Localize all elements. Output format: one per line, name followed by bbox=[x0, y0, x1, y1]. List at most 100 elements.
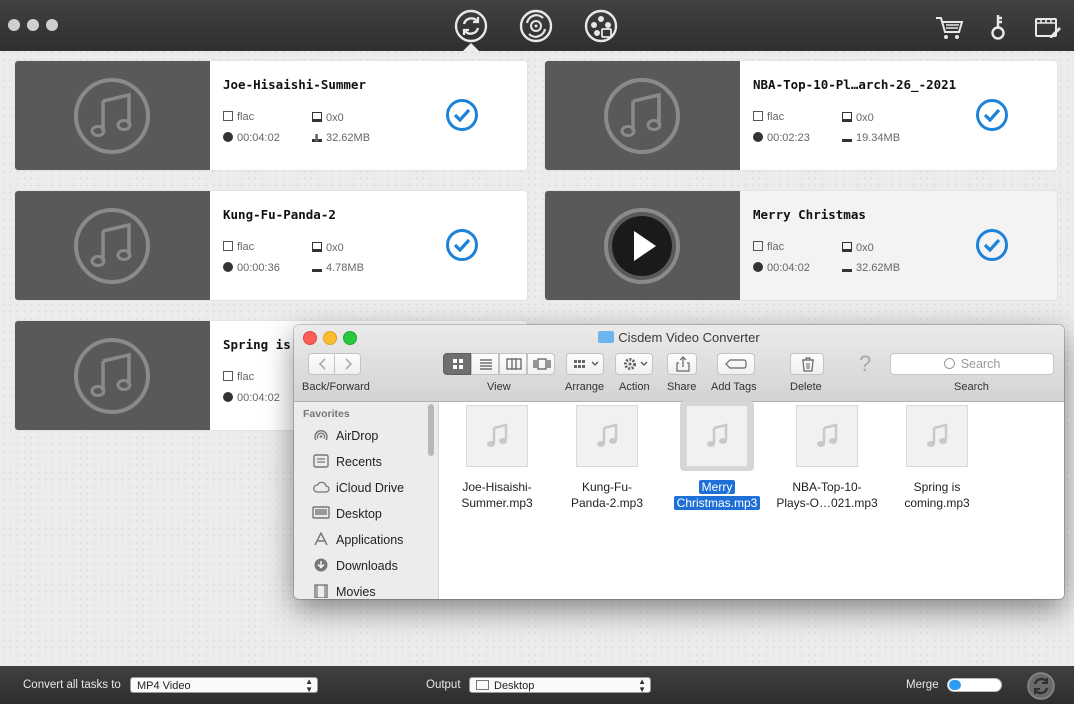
finder-window[interactable]: Cisdem Video Converter Back/Forward View… bbox=[294, 325, 1064, 599]
key-icon[interactable] bbox=[985, 12, 1015, 42]
sidebar-item-desktop[interactable]: Desktop bbox=[312, 504, 382, 524]
back-button[interactable] bbox=[308, 353, 335, 375]
task-title: Kung-Fu-Panda-2 bbox=[223, 207, 336, 222]
audio-file-icon bbox=[686, 405, 748, 467]
add-tags-button[interactable] bbox=[717, 353, 755, 375]
folder-icon bbox=[598, 331, 615, 343]
merge-toggle[interactable] bbox=[947, 678, 1002, 692]
film-icon bbox=[753, 241, 763, 251]
audio-file-icon bbox=[466, 405, 528, 467]
file-item[interactable]: Spring is coming.mp3 bbox=[882, 405, 992, 511]
action-button[interactable] bbox=[615, 353, 653, 375]
cart-icon[interactable] bbox=[934, 12, 964, 42]
movies-icon bbox=[314, 584, 328, 598]
folder-icon bbox=[476, 680, 489, 690]
download-icon bbox=[842, 262, 852, 272]
sidebar-item-applications[interactable]: Applications bbox=[312, 530, 403, 550]
file-name: Joe-Hisaishi- Summer.mp3 bbox=[461, 480, 533, 510]
film-icon bbox=[223, 241, 233, 251]
clock-icon bbox=[223, 132, 233, 142]
trash-icon bbox=[802, 357, 814, 372]
magnifier-icon bbox=[943, 358, 955, 369]
resolution-meta: 0x0 bbox=[312, 112, 344, 124]
convert-mode-icon[interactable] bbox=[453, 8, 489, 44]
play-icon[interactable] bbox=[603, 207, 681, 285]
selection-highlight bbox=[680, 401, 754, 471]
format-select[interactable]: MP4 Video ▲ ▼ bbox=[130, 677, 318, 694]
window-dot[interactable] bbox=[27, 19, 39, 31]
task-card[interactable]: Kung-Fu-Panda-2 flac 0x0 00:00:36 4.78MB bbox=[15, 191, 527, 300]
sidebar-item-icloud-drive[interactable]: iCloud Drive bbox=[312, 478, 404, 498]
share-button[interactable] bbox=[667, 353, 697, 375]
forward-button[interactable] bbox=[334, 353, 361, 375]
sidebar-item-airdrop[interactable]: AirDrop bbox=[312, 426, 378, 446]
top-toolbar bbox=[0, 0, 1074, 51]
file-item-selected[interactable]: Merry Christmas.mp3 bbox=[662, 401, 772, 511]
file-item[interactable]: Kung-Fu- Panda-2.mp3 bbox=[552, 405, 662, 511]
delete-button[interactable] bbox=[790, 353, 824, 375]
cloud-icon bbox=[313, 481, 330, 493]
recents-icon bbox=[313, 454, 329, 468]
thumbnail bbox=[15, 61, 210, 170]
column-view-button[interactable] bbox=[499, 353, 527, 375]
airdrop-icon bbox=[314, 430, 328, 441]
task-title: Joe-Hisaishi-Summer bbox=[223, 77, 366, 92]
desktop-icon bbox=[312, 506, 330, 519]
thumbnail bbox=[545, 191, 740, 300]
burn-mode-icon[interactable] bbox=[518, 8, 554, 44]
search-input[interactable]: Search bbox=[890, 353, 1054, 375]
arrange-label: Arrange bbox=[565, 381, 605, 393]
window-dot[interactable] bbox=[8, 19, 20, 31]
add-tags-label: Add Tags bbox=[711, 381, 757, 393]
file-name: Merry Christmas.mp3 bbox=[662, 479, 772, 511]
gallery-icon bbox=[533, 358, 551, 370]
duration-meta: 00:02:23 bbox=[753, 132, 810, 144]
chevron-right-icon bbox=[345, 358, 353, 370]
check-icon[interactable] bbox=[975, 98, 1009, 132]
sidebar-item-movies[interactable]: Movies bbox=[312, 582, 376, 599]
format-meta: flac bbox=[223, 371, 254, 383]
select-arrows-icon: ▲ ▼ bbox=[305, 677, 313, 694]
monitor-icon bbox=[312, 242, 322, 252]
duration-meta: 00:00:36 bbox=[223, 262, 280, 274]
search-label: Search bbox=[954, 381, 989, 393]
downloads-icon bbox=[314, 558, 328, 572]
arrange-button[interactable] bbox=[566, 353, 604, 375]
task-title: NBA-Top-10-Pl…arch-26_-2021 bbox=[753, 77, 957, 92]
thumbnail bbox=[545, 61, 740, 170]
output-select[interactable]: Desktop ▲ ▼ bbox=[469, 677, 651, 694]
duration-meta: 00:04:02 bbox=[223, 392, 280, 404]
sidebar-item-downloads[interactable]: Downloads bbox=[312, 556, 398, 576]
window-title: Cisdem Video Converter bbox=[294, 330, 1064, 345]
sidebar-item-recents[interactable]: Recents bbox=[312, 452, 382, 472]
task-card[interactable]: Merry Christmas flac 0x0 00:04:02 32.62M… bbox=[545, 191, 1057, 300]
list-view-button[interactable] bbox=[471, 353, 499, 375]
size-meta: 32.62MB bbox=[842, 262, 900, 274]
film-reel-icon[interactable] bbox=[583, 8, 619, 44]
window-dot[interactable] bbox=[46, 19, 58, 31]
check-icon[interactable] bbox=[445, 228, 479, 262]
size-meta: 19.34MB bbox=[842, 132, 900, 144]
task-card[interactable]: Joe-Hisaishi-Summer flac 0x0 00:04:02 ⬇ 3… bbox=[15, 61, 527, 170]
download-icon bbox=[312, 262, 322, 272]
help-icon[interactable]: ? bbox=[859, 351, 871, 377]
check-icon[interactable] bbox=[445, 98, 479, 132]
file-item[interactable]: Joe-Hisaishi- Summer.mp3 bbox=[442, 405, 552, 511]
task-card[interactable]: NBA-Top-10-Pl…arch-26_-2021 flac 0x0 00:… bbox=[545, 61, 1057, 170]
sidebar-scrollbar[interactable] bbox=[428, 404, 434, 456]
check-icon[interactable] bbox=[975, 228, 1009, 262]
audio-file-icon bbox=[576, 405, 638, 467]
resolution-meta: 0x0 bbox=[842, 242, 874, 254]
video-edit-icon[interactable] bbox=[1033, 12, 1063, 42]
music-note-icon bbox=[74, 208, 150, 284]
resolution-meta: 0x0 bbox=[312, 242, 344, 254]
film-icon bbox=[753, 111, 763, 121]
convert-start-icon[interactable] bbox=[1026, 671, 1056, 701]
gallery-view-button[interactable] bbox=[527, 353, 555, 375]
music-note-icon bbox=[604, 78, 680, 154]
resolution-meta: 0x0 bbox=[842, 112, 874, 124]
format-meta: flac bbox=[753, 241, 784, 253]
file-item[interactable]: NBA-Top-10- Plays-O…021.mp3 bbox=[772, 405, 882, 511]
clock-icon bbox=[753, 132, 763, 142]
icon-view-button[interactable] bbox=[443, 353, 471, 375]
